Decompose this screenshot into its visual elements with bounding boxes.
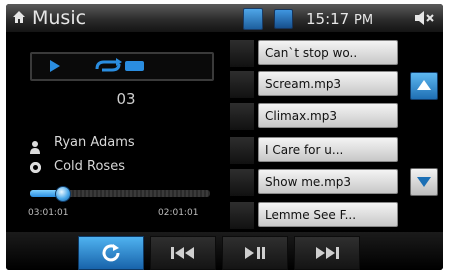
clock-time: 15:17 [306,10,350,28]
clock: 15:17 PM [306,8,373,32]
playlist-row[interactable]: Can`t stop wo.. [230,40,402,67]
bluetooth-icon[interactable] [243,8,263,30]
progress-slider[interactable] [30,186,210,202]
progress-knob[interactable] [55,186,72,202]
status-icon[interactable] [274,9,293,29]
scroll-up-button[interactable] [410,72,438,100]
playlist-row[interactable]: I Care for u... [230,137,402,164]
album-name: Cold Roses [54,159,125,174]
play-mode-display [30,52,214,81]
repeat-button[interactable] [78,236,144,270]
playlist-row-slot [230,103,254,130]
playlist-row-slot [230,169,254,196]
playlist-item[interactable]: Scream.mp3 [258,71,398,96]
playlist-row[interactable]: Show me.mp3 [230,169,402,196]
artist-icon [30,141,40,154]
playlist-item[interactable]: Can`t stop wo.. [258,40,398,65]
album-icon [30,162,41,173]
previous-button[interactable] [150,236,216,270]
play-icon [50,60,60,72]
status-bar: Music 15:17 PM [6,4,443,32]
playlist-item[interactable]: Lemme See F... [258,202,398,227]
track-number: 03 [116,90,136,108]
next-icon [316,247,339,259]
playlist-row-slot [230,137,254,164]
app-title: Music [32,7,87,29]
playlist-row-slot [230,40,254,67]
playlist-item[interactable]: Show me.mp3 [258,169,398,194]
playlist-item[interactable]: Climax.mp3 [258,103,398,128]
playlist-row[interactable]: Scream.mp3 [230,71,402,98]
mute-icon[interactable] [413,9,435,27]
play-pause-icon [245,247,265,259]
artist-name: Ryan Adams [54,135,135,150]
time-total: 02:01:01 [158,208,199,218]
playlist-row-slot [230,71,254,98]
play-pause-button[interactable] [222,236,288,270]
playlist-row[interactable]: Lemme See F... [230,202,402,229]
clock-ampm: PM [354,13,374,28]
next-button[interactable] [294,236,360,270]
repeat-icon [102,244,120,262]
previous-icon [171,247,194,259]
music-player-screen: Music 15:17 PM 03 Ryan Adams Cold Roses [6,4,443,270]
home-icon[interactable] [12,10,26,24]
playlist-row-slot [230,202,254,229]
control-bar [6,232,443,270]
repeat-all-icon [95,58,144,72]
playlist-item[interactable]: I Care for u... [258,137,398,162]
scroll-down-button[interactable] [410,168,438,196]
playlist-row[interactable]: Climax.mp3 [230,103,402,130]
time-elapsed: 03:01:01 [28,208,69,218]
